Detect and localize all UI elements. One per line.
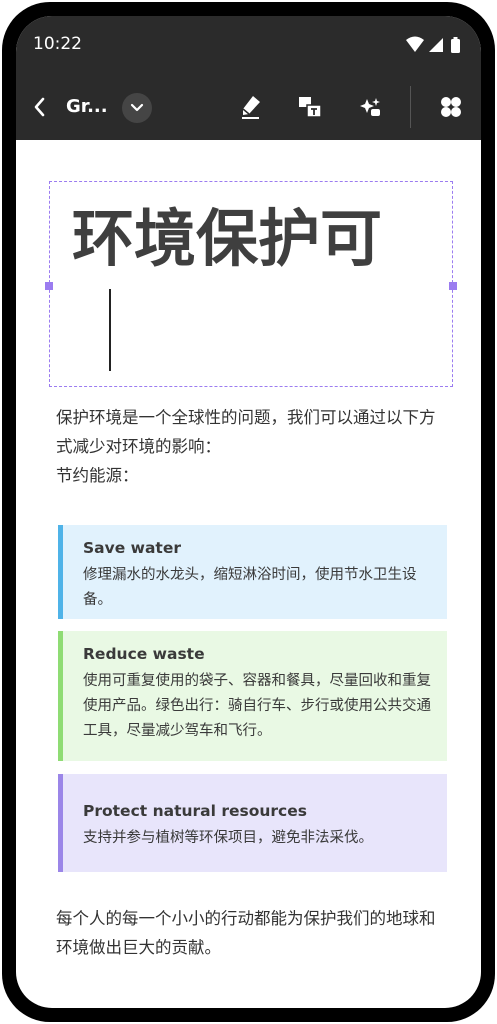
closing-paragraph[interactable]: 每个人的每一个小小的行动都能为保护我们的地球和环境做出巨大的贡献。 — [56, 904, 446, 962]
four-leaf-grid-icon — [441, 97, 461, 117]
pen-icon — [242, 96, 260, 119]
screen: 10:22 Gr... 环境保护可 保护环境是一个全球性的问题，我们可以通过以下… — [16, 16, 481, 1008]
callout-body: 支持并参与植树等环保项目，避免非法采伐。 — [83, 830, 373, 846]
callout-title: Reduce waste — [83, 645, 205, 663]
translate-button[interactable] — [293, 74, 327, 140]
status-icons — [405, 36, 463, 53]
callout-protect-resources[interactable]: Protect natural resources 支持并参与植树等环保项目，避… — [58, 774, 447, 872]
title-dropdown-button[interactable] — [122, 93, 152, 123]
pen-tool-button[interactable] — [234, 74, 268, 140]
callout-reduce-waste[interactable]: Reduce waste 使用可重复使用的袋子、容器和餐具，尽量回收和重复使用产… — [58, 631, 447, 761]
apps-button[interactable] — [434, 74, 468, 140]
selection-handle-right[interactable] — [449, 282, 457, 290]
signal-icon — [429, 38, 443, 52]
sparkle-icon — [360, 98, 380, 116]
callout-body: 修理漏水的水龙头，缩短淋浴时间，使用节水卫生设备。 — [83, 567, 417, 608]
callout-title: Save water — [83, 539, 181, 557]
heading-selection-box[interactable]: 环境保护可 — [45, 181, 457, 387]
intro-text: 保护环境是一个全球性的问题，我们可以通过以下方式减少对环境的影响： — [56, 408, 436, 456]
battery-icon — [451, 37, 460, 53]
status-bar: 10:22 — [16, 16, 481, 74]
text-cursor — [109, 289, 111, 371]
section-label: 节约能源： — [56, 466, 139, 485]
status-time: 10:22 — [33, 34, 82, 54]
wifi-icon — [406, 36, 424, 52]
phone-frame: 10:22 Gr... 环境保护可 保护环境是一个全球性的问题，我们可以通过以下… — [2, 2, 495, 1022]
chevron-left-icon — [34, 97, 45, 117]
chevron-down-icon — [130, 103, 144, 112]
heading-text[interactable]: 环境保护可 — [72, 194, 432, 284]
ai-assistant-button[interactable] — [354, 74, 388, 140]
intro-paragraph[interactable]: 保护环境是一个全球性的问题，我们可以通过以下方式减少对环境的影响： 节约能源： — [56, 403, 446, 490]
back-button[interactable] — [22, 74, 58, 140]
callout-save-water[interactable]: Save water 修理漏水的水龙头，缩短淋浴时间，使用节水卫生设备。 — [58, 525, 447, 619]
document-title[interactable]: Gr... — [66, 96, 108, 117]
translate-icon — [299, 97, 322, 118]
toolbar-divider — [410, 86, 411, 128]
callout-body: 使用可重复使用的袋子、容器和餐具，尽量回收和重复使用产品。绿色出行：骑自行车、步… — [83, 673, 431, 739]
callout-title: Protect natural resources — [83, 802, 307, 820]
document-canvas: 环境保护可 保护环境是一个全球性的问题，我们可以通过以下方式减少对环境的影响： … — [16, 140, 481, 1008]
selection-handle-left[interactable] — [45, 282, 53, 290]
top-toolbar: Gr... — [16, 74, 481, 140]
